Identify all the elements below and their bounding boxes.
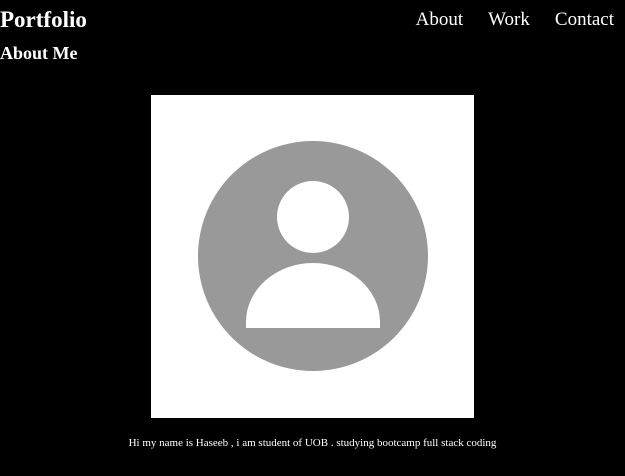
profile-image [151,95,474,418]
nav-item-contact: Contact [555,8,614,32]
portfolio-page: Portfolio About Work Contact About Me Hi… [0,0,625,476]
site-brand: Portfolio [0,7,87,32]
section-title: About Me [0,43,78,63]
nav-link-work[interactable]: Work [488,9,530,30]
nav-item-about: About [416,8,464,32]
avatar-circle [198,141,428,371]
nav-list: About Work Contact [416,8,614,32]
user-placeholder-icon [198,141,428,371]
nav-link-about[interactable]: About [416,9,464,30]
nav-link-contact[interactable]: Contact [555,9,614,30]
avatar-head [277,181,349,253]
bio-text: Hi my name is Haseeb , i am student of U… [128,437,497,449]
nav-item-work: Work [488,8,530,32]
